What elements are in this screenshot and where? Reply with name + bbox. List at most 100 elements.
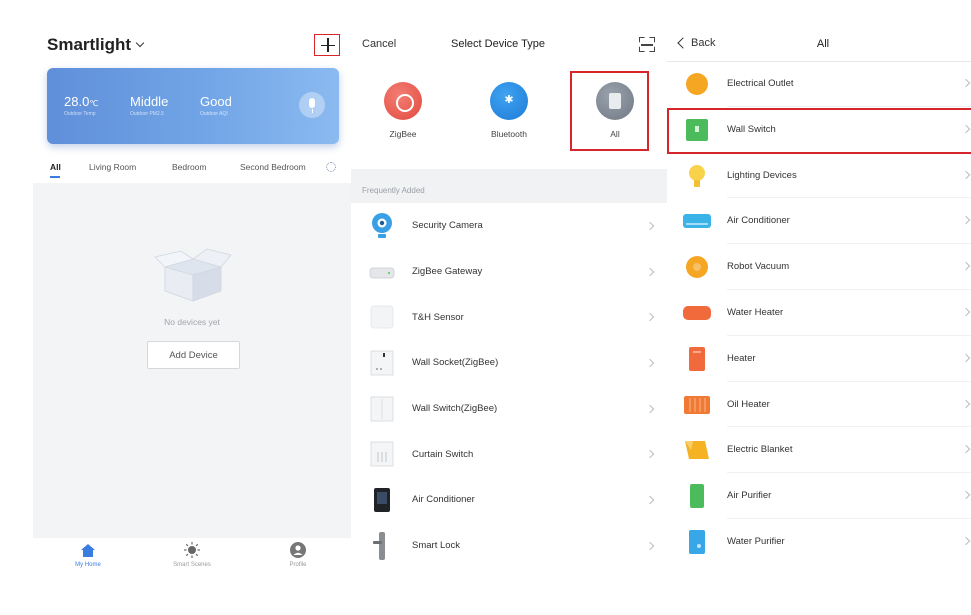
ac-icon: [683, 214, 711, 229]
home-screen: Smartlight 28.0℃ Outdoor Temp Middle Out…: [33, 0, 351, 615]
empty-box-icon: [154, 248, 232, 302]
item-label: Electrical Outlet: [727, 78, 794, 89]
list-item[interactable]: ZigBee Gateway: [351, 249, 667, 295]
nav-label: My Home: [75, 562, 101, 568]
profile-icon: [290, 542, 306, 558]
outdoor-temp: 28.0℃ Outdoor Temp: [64, 94, 98, 117]
nav-label: Profile: [289, 562, 307, 568]
bulb-icon: [689, 164, 705, 187]
tab-living-room[interactable]: Living Room: [89, 162, 136, 172]
all-header: Back All: [667, 30, 971, 60]
list-item[interactable]: Oil Heater: [667, 382, 971, 428]
gateway-icon: [369, 267, 395, 278]
item-label: Oil Heater: [727, 398, 770, 410]
all-device-list: Electrical Outlet Wall Switch Lighting D…: [667, 61, 971, 565]
add-device-plus-button[interactable]: [314, 34, 340, 56]
list-item[interactable]: Lighting Devices: [667, 153, 971, 199]
sun-icon: [184, 542, 200, 558]
tab-all[interactable]: All: [50, 162, 61, 178]
oil-heater-icon: [684, 395, 710, 414]
list-item[interactable]: Curtain Switch: [351, 431, 667, 477]
outdoor-aqi: Good Outdoor AQI: [200, 94, 232, 117]
vacuum-icon: [686, 256, 708, 279]
list-item[interactable]: Water Heater: [667, 290, 971, 336]
chevron-right-icon: [961, 216, 971, 225]
temp-caption: Outdoor Temp: [64, 111, 96, 117]
item-label: Lighting Devices: [727, 169, 797, 181]
list-item[interactable]: Wall Socket(ZigBee): [351, 340, 667, 386]
home-title: Smartlight: [47, 35, 132, 54]
add-device-button[interactable]: Add Device: [147, 341, 240, 369]
chevron-right-icon: [961, 399, 971, 408]
list-item[interactable]: Air Purifier: [667, 473, 971, 519]
item-label: Wall Switch(ZigBee): [412, 403, 498, 415]
list-item[interactable]: Electric Blanket: [667, 427, 971, 474]
list-item[interactable]: Water Purifier: [667, 519, 971, 565]
list-item[interactable]: Smart Lock: [351, 523, 667, 569]
chevron-right-icon: [645, 267, 655, 276]
item-label: Wall Socket(ZigBee): [412, 357, 499, 369]
list-item[interactable]: Security Camera: [351, 203, 667, 249]
list-item[interactable]: Electrical Outlet: [667, 61, 971, 107]
type-label: Bluetooth: [491, 129, 527, 139]
chevron-right-icon: [961, 490, 971, 500]
section-header: Frequently Added: [351, 169, 667, 203]
pm-value: Middle: [130, 94, 169, 109]
chevron-right-icon: [961, 307, 971, 317]
type-all[interactable]: All: [580, 82, 650, 139]
nav-my-home[interactable]: My Home: [53, 542, 123, 568]
list-item[interactable]: Air Conditioner: [351, 477, 667, 523]
type-bluetooth[interactable]: Bluetooth: [474, 82, 544, 139]
zigbee-icon: [384, 82, 422, 120]
item-label: Wall Switch: [727, 123, 776, 135]
nav-profile[interactable]: Profile: [263, 542, 333, 568]
chevron-right-icon: [961, 78, 971, 88]
home-header: Smartlight: [47, 30, 341, 60]
chevron-right-icon: [645, 450, 655, 459]
nav-smart-scenes[interactable]: Smart Scenes: [157, 542, 227, 568]
pm-caption: Outdoor PM2.5: [130, 111, 164, 117]
microphone-icon[interactable]: [299, 92, 325, 118]
list-item[interactable]: Robot Vacuum: [667, 244, 971, 290]
camera-icon: [372, 212, 392, 238]
ac-controller-icon: [374, 487, 390, 512]
chevron-right-icon: [961, 536, 971, 546]
chevron-right-icon: [645, 495, 655, 505]
item-label: Electric Blanket: [727, 444, 793, 456]
chevron-right-icon: [645, 404, 655, 413]
empty-message: No devices yet: [164, 317, 220, 327]
list-item[interactable]: Wall Switch(ZigBee): [351, 386, 667, 432]
list-item[interactable]: T&H Sensor: [351, 294, 667, 340]
item-label: Air Conditioner: [412, 494, 475, 506]
item-label: T&H Sensor: [412, 311, 464, 323]
item-label: Water Purifier: [727, 535, 785, 547]
home-selector[interactable]: Smartlight: [47, 35, 145, 55]
item-label: Heater: [727, 352, 756, 364]
tab-second-bedroom[interactable]: Second Bedroom: [240, 162, 306, 172]
page-title: Select Device Type: [451, 38, 545, 50]
list-item-highlighted[interactable]: Wall Switch: [667, 107, 971, 154]
aqi-value: Good: [200, 94, 232, 109]
item-label: Air Conditioner: [727, 215, 790, 227]
list-item[interactable]: Air Conditioner: [667, 198, 971, 245]
device-type-selector: ZigBee Bluetooth All: [351, 70, 667, 165]
list-item[interactable]: Heater: [667, 336, 971, 382]
tab-bedroom[interactable]: Bedroom: [172, 162, 207, 172]
type-zigbee[interactable]: ZigBee: [368, 82, 438, 139]
cancel-button[interactable]: Cancel: [362, 38, 396, 50]
curtain-switch-icon: [370, 441, 394, 467]
scan-icon[interactable]: [639, 37, 655, 52]
chevron-right-icon: [961, 353, 971, 363]
wall-socket-icon: [370, 350, 394, 376]
outlet-icon: [686, 73, 708, 95]
heater-icon: [689, 346, 705, 371]
type-label: ZigBee: [389, 129, 417, 139]
chevron-right-icon: [645, 541, 655, 550]
chevron-right-icon: [645, 312, 655, 322]
item-label: Curtain Switch: [412, 448, 474, 460]
water-purifier-icon: [689, 529, 705, 554]
wall-switch-icon: [370, 396, 394, 421]
gear-icon[interactable]: [326, 162, 336, 172]
all-devices-icon: [596, 82, 634, 120]
outdoor-pm: Middle Outdoor PM2.5: [130, 94, 168, 117]
